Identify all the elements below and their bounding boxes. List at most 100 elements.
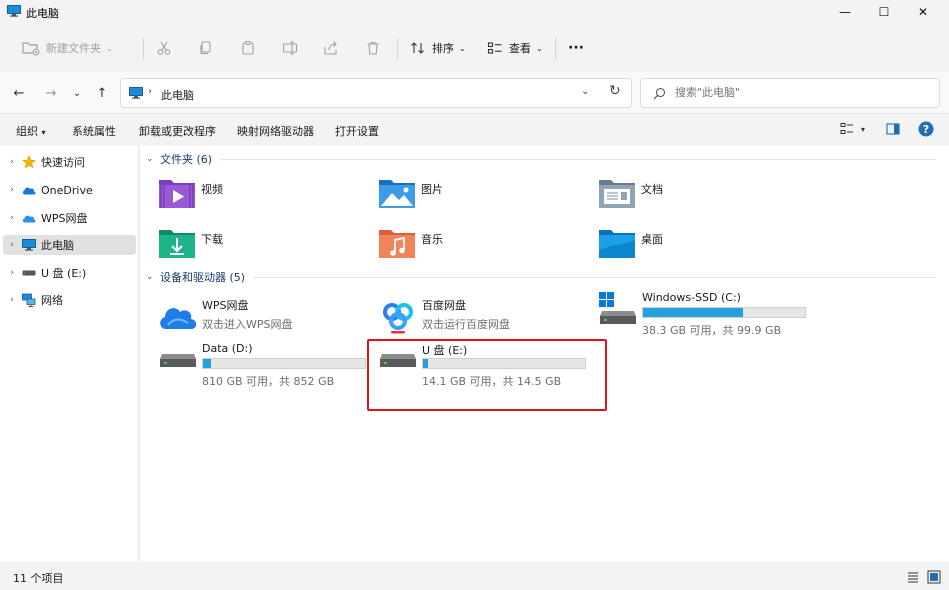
folder-label: 下载: [201, 233, 223, 246]
view-button[interactable]: 查看 ⌄: [487, 28, 543, 68]
cut-button[interactable]: [156, 28, 172, 68]
breadcrumb-separator[interactable]: ›: [148, 86, 152, 97]
sidebar-item-this-pc[interactable]: › 此电脑: [3, 235, 136, 255]
folder-item-desktop[interactable]: 桌面: [598, 226, 798, 266]
scissors-icon: [157, 41, 171, 55]
trash-icon: [367, 41, 379, 55]
chevron-right-icon[interactable]: ›: [3, 213, 21, 223]
folder-item-videos[interactable]: 视频: [158, 176, 358, 216]
layout-toggle-button[interactable]: [840, 122, 854, 139]
sort-button[interactable]: 排序 ⌄: [410, 28, 466, 68]
chevron-right-icon[interactable]: ›: [3, 295, 21, 305]
view-label: 查看: [509, 42, 531, 55]
sidebar-item-label: OneDrive: [41, 183, 93, 197]
drive-item-d[interactable]: Data (D:) 810 GB 可用，共 852 GB: [158, 342, 373, 388]
open-settings-button[interactable]: 打开设置: [335, 123, 379, 139]
chevron-right-icon[interactable]: ›: [3, 240, 21, 250]
chevron-right-icon[interactable]: ›: [3, 185, 21, 195]
sidebar-item-onedrive[interactable]: › OneDrive: [3, 180, 136, 200]
computer-icon: [129, 87, 143, 99]
group-header-devices[interactable]: ⌄ 设备和驱动器 (5): [146, 269, 936, 285]
drive-name: Windows-SSD (C:): [642, 291, 741, 304]
folder-item-pictures[interactable]: 图片: [378, 176, 578, 216]
device-item-wps-cloud[interactable]: WPS网盘 双击进入WPS网盘: [158, 297, 373, 341]
more-button[interactable]: ···: [568, 28, 584, 68]
new-folder-label: 新建文件夹: [46, 42, 101, 55]
sidebar-item-quick-access[interactable]: › 快速访问: [3, 152, 136, 172]
organize-label: 组织: [16, 125, 38, 138]
search-icon: [653, 87, 666, 100]
command-bar: 新建文件夹 ⌄ 排序 ⌄ 查看 ⌄ ···: [0, 28, 949, 68]
folder-item-documents[interactable]: 文档: [598, 176, 798, 216]
new-folder-button[interactable]: 新建文件夹 ⌄: [22, 28, 113, 68]
item-count: 11 个项目: [13, 572, 64, 585]
back-button[interactable]: ←: [10, 84, 28, 102]
preview-pane-icon: [886, 123, 900, 135]
wps-cloud-icon: [21, 211, 37, 225]
navigation-pane: › 快速访问 › OneDrive › WPS网盘 › 此电脑 › U 盘 (E…: [0, 146, 139, 562]
drive-usage-bar: [642, 307, 806, 318]
chevron-right-icon[interactable]: ›: [3, 268, 21, 278]
baidu-netdisk-icon: [383, 303, 413, 334]
computer-icon: [7, 5, 21, 17]
new-folder-icon: [22, 42, 40, 56]
tiles-view-button[interactable]: [927, 570, 941, 587]
sidebar-item-network[interactable]: › 网络: [3, 290, 136, 310]
minimize-button[interactable]: —: [825, 0, 865, 24]
breadcrumb[interactable]: 此电脑: [161, 87, 194, 103]
copy-button[interactable]: [198, 28, 214, 68]
paste-button[interactable]: [240, 28, 256, 68]
preview-pane-button[interactable]: [886, 122, 900, 139]
sidebar-item-label: 快速访问: [41, 156, 85, 169]
device-name: WPS网盘: [202, 299, 249, 312]
device-description: 双击运行百度网盘: [422, 318, 510, 331]
address-bar[interactable]: › 此电脑 ⌄ ↻: [120, 78, 632, 108]
address-dropdown-button[interactable]: ⌄: [581, 86, 589, 97]
sidebar-item-wps-cloud[interactable]: › WPS网盘: [3, 208, 136, 228]
organize-button[interactable]: 组织 ▾: [16, 123, 46, 139]
drive-name: Data (D:): [202, 342, 253, 355]
chevron-right-icon[interactable]: ›: [3, 157, 21, 167]
folder-item-downloads[interactable]: 下载: [158, 226, 358, 266]
device-description: 双击进入WPS网盘: [202, 318, 293, 331]
share-button[interactable]: [323, 28, 339, 68]
device-item-baidu-netdisk[interactable]: 百度网盘 双击运行百度网盘: [378, 297, 593, 341]
search-input[interactable]: [675, 86, 925, 99]
details-view-button[interactable]: [906, 570, 920, 587]
chevron-down-icon[interactable]: ⌄: [146, 154, 158, 164]
group-header-folders[interactable]: ⌄ 文件夹 (6): [146, 151, 936, 167]
group-header-label: 设备和驱动器 (5): [160, 271, 246, 284]
layout-icon: [840, 123, 853, 134]
navigation-bar: ← → ⌄ ↑ › 此电脑 ⌄ ↻: [0, 72, 949, 114]
sort-icon: [411, 42, 424, 54]
help-icon: ?: [918, 121, 934, 137]
uninstall-programs-button[interactable]: 卸载或更改程序: [139, 123, 216, 139]
chevron-down-icon: ▾: [41, 128, 46, 137]
rename-icon: [282, 41, 298, 55]
sidebar-item-usb-drive[interactable]: › U 盘 (E:): [3, 263, 136, 283]
chevron-down-icon[interactable]: ⌄: [146, 272, 158, 282]
recent-locations-button[interactable]: ⌄: [68, 84, 86, 102]
help-button[interactable]: ?: [918, 121, 934, 140]
forward-button[interactable]: →: [42, 84, 60, 102]
system-properties-button[interactable]: 系统属性: [72, 123, 116, 139]
toolbar-divider: [397, 38, 398, 60]
search-box[interactable]: [640, 78, 940, 108]
wps-cloud-icon: [160, 308, 197, 329]
folder-item-music[interactable]: 音乐: [378, 226, 578, 266]
up-button[interactable]: ↑: [93, 84, 111, 102]
drive-free-space: 810 GB 可用，共 852 GB: [202, 375, 335, 388]
svg-text:?: ?: [923, 123, 929, 136]
copy-icon: [200, 41, 211, 55]
drive-item-c[interactable]: Windows-SSD (C:) 38.3 GB 可用，共 99.9 GB: [598, 291, 813, 337]
maximize-button[interactable]: ☐: [864, 0, 904, 24]
close-button[interactable]: ✕: [903, 0, 943, 24]
delete-button[interactable]: [365, 28, 381, 68]
map-network-drive-button[interactable]: 映射网络驱动器: [237, 123, 314, 139]
refresh-button[interactable]: ↻: [609, 83, 621, 99]
usb-drive-icon: [21, 266, 37, 280]
hard-drive-icon: [160, 354, 196, 367]
layout-dropdown-button[interactable]: ▾: [861, 125, 865, 134]
star-icon: [21, 155, 37, 169]
rename-button[interactable]: [282, 28, 298, 68]
